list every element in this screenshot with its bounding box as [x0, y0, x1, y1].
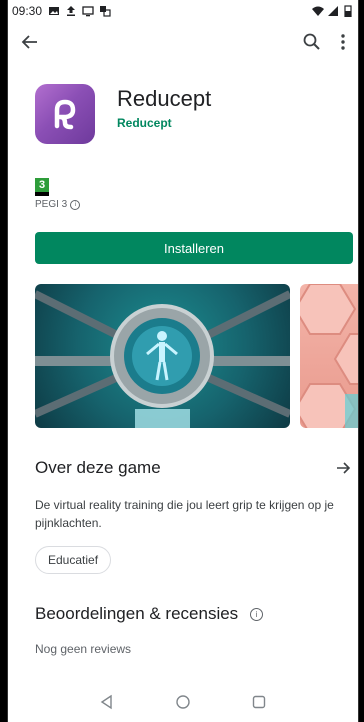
about-title: Over deze game [35, 458, 161, 477]
image-icon [49, 7, 60, 15]
status-bar: 09:30 [8, 0, 358, 22]
app-description: De virtual reality training die jou leer… [35, 498, 334, 530]
app-bar [8, 22, 358, 62]
pegi-label: PEGI 3 [35, 199, 68, 210]
nav-recents-icon[interactable] [251, 694, 267, 710]
arrow-right-icon[interactable] [335, 460, 351, 476]
app-logo-icon [35, 84, 95, 144]
developer-link[interactable]: Reducept [117, 116, 211, 130]
upload-icon [67, 6, 76, 16]
cast-icon [82, 6, 94, 17]
info-icon[interactable]: i [70, 199, 81, 210]
nav-back-icon[interactable] [99, 694, 115, 710]
pegi-rating[interactable]: 3 PEGI 3 i [8, 154, 358, 210]
battery-icon [344, 5, 352, 17]
ratings-info-icon[interactable]: i [250, 607, 264, 621]
category-chip[interactable]: Educatief [35, 546, 112, 574]
app-title: Reducept [117, 86, 212, 111]
ratings-title: Beoordelingen & recensies [35, 604, 239, 623]
wifi-icon [312, 6, 324, 16]
no-reviews-text: Nog geen reviews [35, 642, 132, 656]
system-nav-bar [8, 694, 358, 710]
screenshot-carousel[interactable] [35, 284, 358, 428]
ratings-header: Beoordelingen & recensies i [35, 604, 358, 624]
install-button[interactable]: Installeren [35, 232, 353, 264]
screenshot-2[interactable] [300, 284, 358, 428]
search-icon[interactable] [302, 32, 322, 52]
app-header: Reducept Reducept [8, 62, 358, 154]
nav-home-icon[interactable] [175, 694, 191, 710]
back-arrow-icon[interactable] [20, 32, 40, 52]
more-vert-icon[interactable] [340, 32, 346, 52]
screenshot-icon [100, 6, 111, 17]
signal-icon [328, 6, 338, 16]
about-game-header[interactable]: Over deze game [35, 458, 351, 478]
screenshot-1[interactable] [35, 284, 290, 428]
pegi-badge: 3 [35, 178, 49, 196]
phone-screen: 09:30 Reducept Reducept 3 PEGI 3 i Insta… [7, 0, 359, 722]
status-time: 09:30 [12, 4, 43, 18]
